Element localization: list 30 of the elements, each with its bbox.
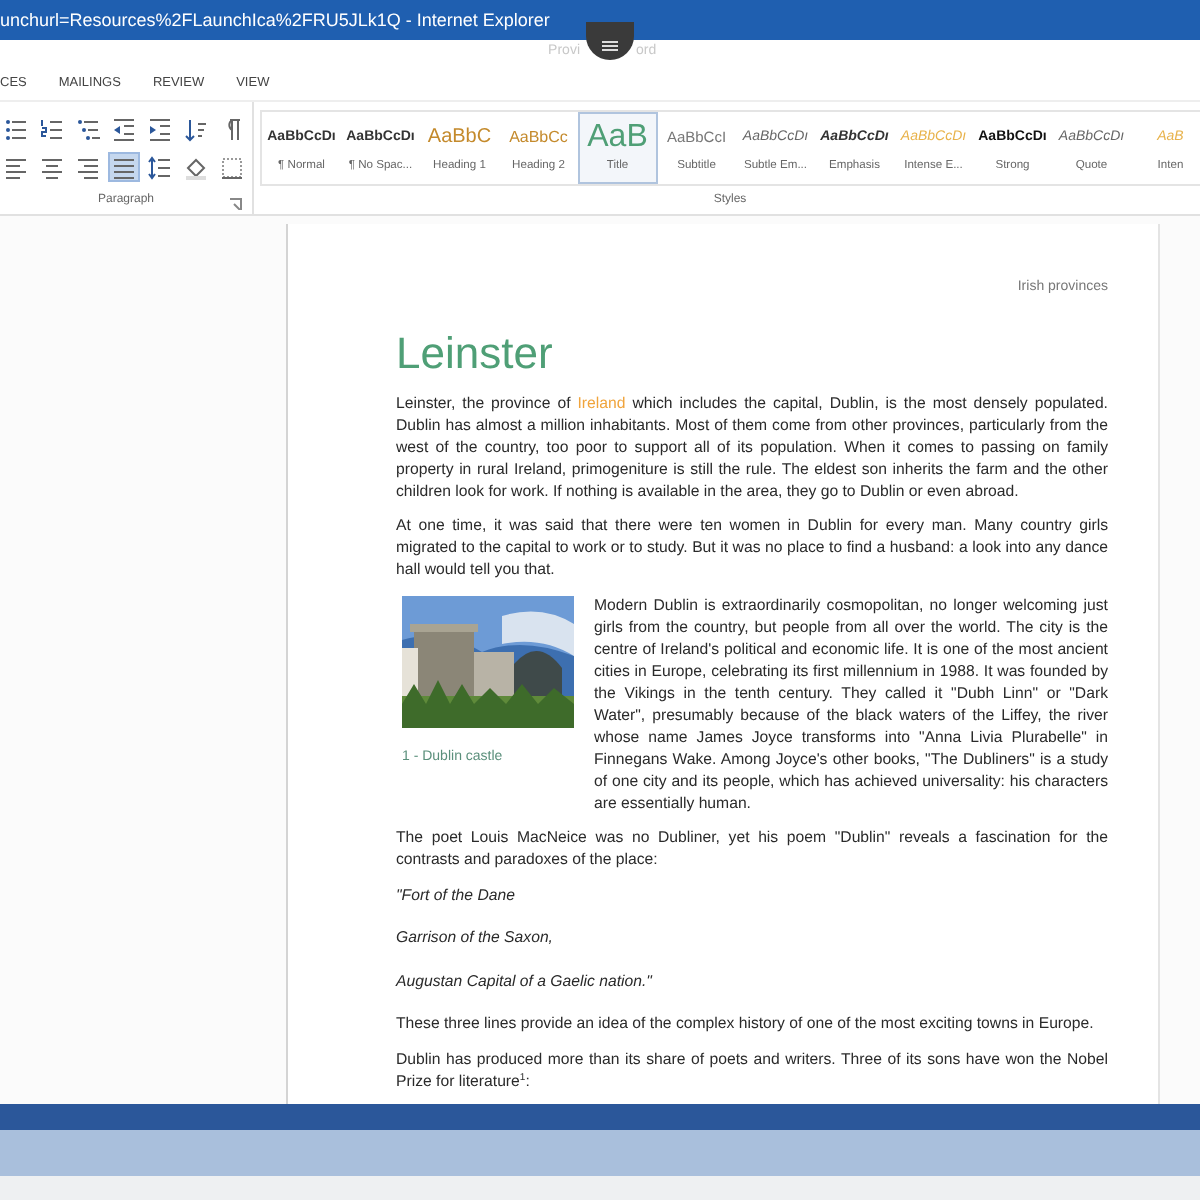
sort-icon (184, 117, 208, 141)
increase-indent-button[interactable] (144, 114, 176, 144)
numbered-list-button[interactable] (36, 114, 68, 144)
sort-button[interactable] (180, 114, 212, 144)
document-title: Leinster (396, 327, 553, 377)
justify-icon (112, 155, 136, 179)
style-preview: AaB (587, 120, 648, 154)
borders-icon (220, 155, 244, 179)
numbered-list-icon (40, 117, 64, 141)
menu-handle[interactable] (586, 22, 634, 60)
style-preview: AaBbCc (509, 126, 568, 150)
line-spacing-icon (148, 155, 172, 179)
increase-indent-icon (148, 117, 172, 141)
align-right-icon (76, 155, 100, 179)
menu-icon (602, 40, 618, 52)
align-left-icon (4, 155, 28, 179)
align-center-icon (40, 155, 64, 179)
dialog-launcher-icon[interactable] (230, 198, 242, 210)
decrease-indent-icon (112, 117, 136, 141)
style-preview: AaBbC (427, 124, 492, 152)
window-title: unchurl=Resources%2FLaunchIca%2FRU5JLk1Q - Internet Explorer (0, 10, 550, 30)
paint-bucket-icon (184, 155, 208, 179)
multilevel-list-icon (76, 117, 100, 141)
borders-button[interactable] (216, 152, 248, 182)
multilevel-list-button[interactable] (72, 114, 104, 144)
justify-button[interactable] (108, 152, 140, 182)
line-spacing-button[interactable] (144, 152, 176, 182)
decrease-indent-button[interactable] (108, 114, 140, 144)
bullets-icon (4, 117, 28, 141)
bullets-button[interactable] (0, 114, 32, 144)
